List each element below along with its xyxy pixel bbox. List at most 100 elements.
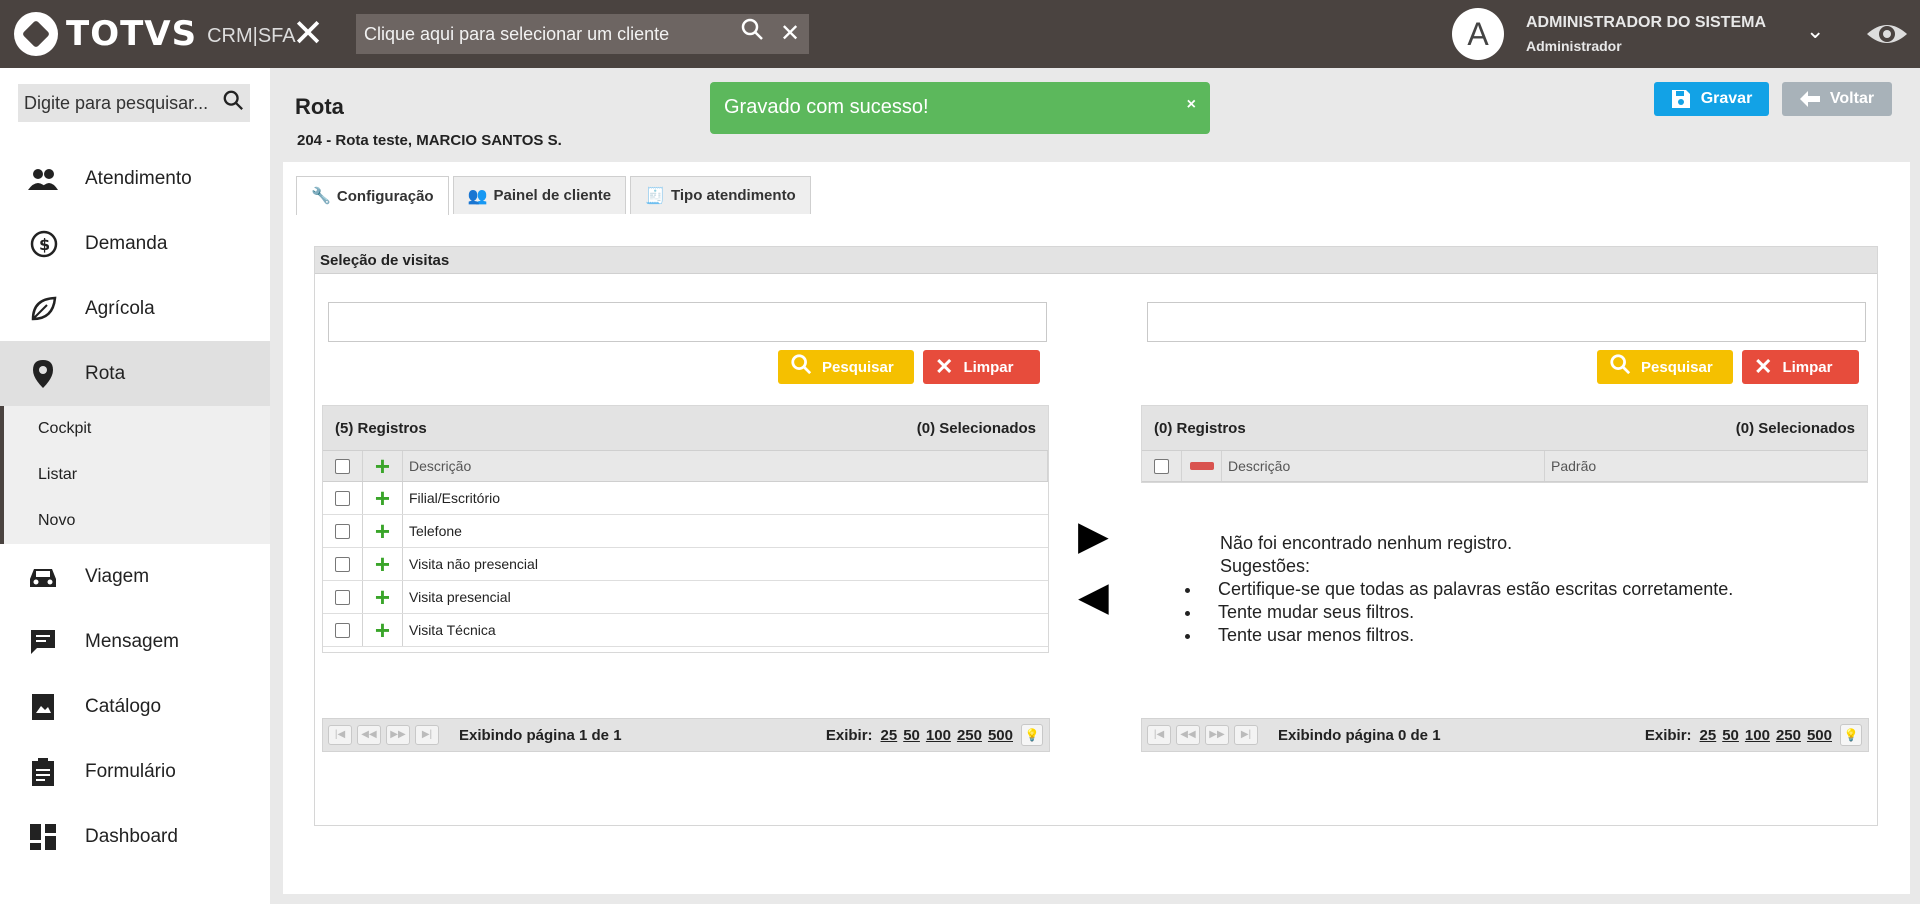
add-icon[interactable]: +: [375, 551, 390, 577]
column-header-descricao[interactable]: Descrição: [403, 451, 1048, 481]
left-clear-button[interactable]: ✕ Limpar: [923, 350, 1040, 384]
user-info[interactable]: ADMINISTRADOR DO SISTEMA Administrador: [1526, 14, 1766, 54]
table-row[interactable]: + Visita Técnica: [323, 614, 1048, 647]
prev-page-button[interactable]: ◀◀: [357, 725, 381, 745]
add-all-icon[interactable]: +: [375, 453, 390, 479]
page-title: Rota: [295, 94, 344, 119]
sidebar-item-agricola[interactable]: Agrícola: [0, 276, 270, 341]
avatar[interactable]: A: [1452, 8, 1504, 60]
row-checkbox[interactable]: [335, 490, 350, 506]
submenu-item-listar[interactable]: Listar: [4, 452, 270, 498]
empty-tips-list: Certifique-se que todas as palavras estã…: [1218, 578, 1749, 647]
logo-subtitle: CRM|SFA: [207, 24, 296, 47]
add-icon[interactable]: +: [375, 485, 390, 511]
table-row[interactable]: + Visita presencial: [323, 581, 1048, 614]
sidebar-item-label: Atendimento: [85, 167, 192, 189]
first-page-button[interactable]: |◀: [328, 725, 352, 745]
empty-tip: Tente usar menos filtros.: [1202, 624, 1733, 647]
sidebar-item-mensagem[interactable]: Mensagem: [0, 609, 270, 674]
first-page-button[interactable]: |◀: [1147, 725, 1171, 745]
next-page-button[interactable]: ▶▶: [1205, 725, 1229, 745]
page-info: Exibindo página 0 de 1: [1278, 726, 1441, 744]
clear-icon[interactable]: ✕: [771, 14, 809, 54]
move-left-arrow-icon[interactable]: ◀: [1078, 577, 1109, 617]
page-size-option[interactable]: 250: [1776, 727, 1801, 744]
right-search-button[interactable]: Pesquisar: [1597, 350, 1733, 384]
lightbulb-icon[interactable]: 💡: [1021, 724, 1043, 746]
client-selector-placeholder: Clique aqui para selecionar um cliente: [364, 23, 670, 44]
sidebar-item-demanda[interactable]: $ Demanda: [0, 211, 270, 276]
row-checkbox[interactable]: [335, 523, 350, 539]
sidebar-item-formulario[interactable]: Formulário: [0, 739, 270, 804]
left-search-input[interactable]: [328, 302, 1047, 342]
select-all-checkbox[interactable]: [1154, 458, 1169, 474]
tab-painel-cliente[interactable]: 👥 Painel de cliente: [452, 176, 627, 214]
left-search-button[interactable]: Pesquisar: [778, 350, 914, 384]
save-label: Gravar: [1700, 90, 1753, 107]
page-size-option[interactable]: 50: [903, 727, 920, 744]
move-right-arrow-icon[interactable]: ▶: [1078, 516, 1109, 556]
right-search-input[interactable]: [1147, 302, 1866, 342]
column-header-descricao[interactable]: Descrição: [1222, 451, 1545, 481]
save-button[interactable]: Gravar: [1654, 82, 1769, 116]
user-card-icon: 🧾: [645, 187, 665, 205]
page-size-option[interactable]: 25: [1700, 727, 1717, 744]
tab-tipo-atendimento[interactable]: 🧾 Tipo atendimento: [630, 176, 811, 214]
right-clear-button[interactable]: ✕ Limpar: [1742, 350, 1859, 384]
button-label: Pesquisar: [1641, 358, 1713, 376]
page-size-option[interactable]: 250: [957, 727, 982, 744]
page-size-option[interactable]: 500: [1807, 727, 1832, 744]
page-subtitle: 204 - Rota teste, MARCIO SANTOS S.: [297, 132, 562, 149]
sidebar-search[interactable]: Digite para pesquisar...: [18, 84, 250, 122]
close-menu-icon[interactable]: ✕: [290, 14, 326, 54]
eye-icon[interactable]: [1864, 14, 1912, 54]
submenu-item-novo[interactable]: Novo: [4, 498, 270, 544]
page-size-option[interactable]: 500: [988, 727, 1013, 744]
row-checkbox[interactable]: [335, 622, 350, 638]
row-checkbox[interactable]: [335, 589, 350, 605]
search-icon[interactable]: [733, 14, 771, 54]
last-page-button[interactable]: ▶|: [1234, 725, 1258, 745]
right-pager: |◀ ◀◀ ▶▶ ▶| Exibindo página 0 de 1 Exibi…: [1141, 718, 1869, 752]
sidebar-item-rota[interactable]: Rota: [0, 341, 270, 406]
prev-page-button[interactable]: ◀◀: [1176, 725, 1200, 745]
page-size-option[interactable]: 100: [926, 727, 951, 744]
page-size-option[interactable]: 50: [1722, 727, 1739, 744]
submenu-item-cockpit[interactable]: Cockpit: [4, 406, 270, 452]
chevron-down-icon[interactable]: ⌄: [1806, 18, 1824, 44]
next-page-button[interactable]: ▶▶: [386, 725, 410, 745]
records-count: (0) Registros: [1154, 419, 1246, 437]
last-page-button[interactable]: ▶|: [415, 725, 439, 745]
sidebar-item-viagem[interactable]: Viagem: [0, 544, 270, 609]
table-row[interactable]: + Telefone: [323, 515, 1048, 548]
sidebar-search-input[interactable]: Digite para pesquisar...: [18, 93, 216, 114]
arrow-left-icon: [1799, 91, 1820, 107]
message-icon: [0, 628, 85, 656]
tab-label: Tipo atendimento: [671, 187, 796, 204]
search-icon[interactable]: [216, 89, 250, 117]
add-icon[interactable]: +: [375, 584, 390, 610]
totvs-logo[interactable]: TOTVS CRM|SFA: [14, 10, 296, 58]
client-selector[interactable]: Clique aqui para selecionar um cliente ✕: [356, 14, 809, 54]
column-header-padrao[interactable]: Padrão: [1545, 451, 1867, 481]
table-row[interactable]: + Visita não presencial: [323, 548, 1048, 581]
add-icon[interactable]: +: [375, 518, 390, 544]
sidebar-item-catalogo[interactable]: Catálogo: [0, 674, 270, 739]
toast-close-button[interactable]: ×: [1187, 96, 1196, 114]
sidebar-item-dashboard[interactable]: Dashboard: [0, 804, 270, 869]
select-all-checkbox[interactable]: [335, 458, 350, 474]
tab-configuracao[interactable]: 🔧 Configuração: [296, 176, 449, 215]
add-icon[interactable]: +: [375, 617, 390, 643]
back-button[interactable]: Voltar: [1782, 82, 1892, 116]
sidebar-item-label: Viagem: [85, 565, 150, 587]
lightbulb-icon[interactable]: 💡: [1840, 724, 1862, 746]
toast-message: Gravado com sucesso!: [724, 96, 929, 118]
remove-all-icon[interactable]: [1189, 462, 1214, 470]
page-size-option[interactable]: 100: [1745, 727, 1770, 744]
sidebar-item-atendimento[interactable]: Atendimento: [0, 146, 270, 211]
page-size-option[interactable]: 25: [881, 727, 898, 744]
logo-icon: [14, 12, 58, 56]
page-size-label: Exibir:: [1644, 726, 1692, 744]
table-row[interactable]: + Filial/Escritório: [323, 482, 1048, 515]
row-checkbox[interactable]: [335, 556, 350, 572]
